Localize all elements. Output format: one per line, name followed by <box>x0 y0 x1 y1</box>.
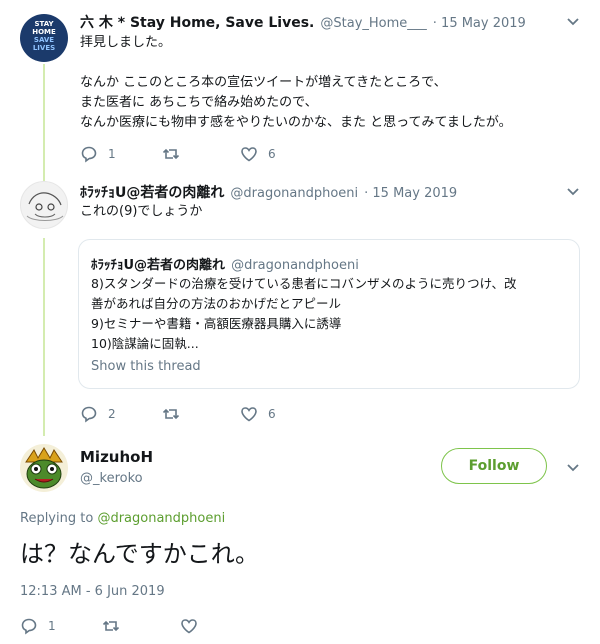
heart-icon <box>181 619 197 634</box>
replying-to-label: Replying to <box>20 511 98 526</box>
tweet-header: 六 木 * Stay Home, Save Lives. @Stay_Home_… <box>80 12 526 32</box>
tweet-text: は？なんですかこれ。 <box>20 540 260 568</box>
quote-header: ﾎﾗｯﾁｮU@若者の肉離れ @dragonandphoeni <box>91 254 359 273</box>
retweet-icon <box>102 620 120 632</box>
author-name[interactable]: 六 木 * Stay Home, Save Lives. <box>80 12 314 32</box>
avatar[interactable] <box>20 181 68 229</box>
avatar-text: STAY <box>34 20 54 28</box>
tweet-date[interactable]: · 15 May 2019 <box>364 186 457 201</box>
tweet-date[interactable]: · 15 May 2019 <box>433 16 526 31</box>
retweet-button[interactable] <box>162 145 180 163</box>
reply-count: 1 <box>48 619 56 633</box>
tweet-header: ﾎﾗｯﾁｮU@若者の肉離れ @dragonandphoeni · 15 May … <box>80 182 457 202</box>
thread-connector <box>43 64 45 182</box>
avatar[interactable] <box>20 444 68 492</box>
avatar-text: LIVES <box>32 44 56 52</box>
show-thread-link[interactable]: Show this thread <box>91 359 201 374</box>
retweet-icon <box>162 408 180 420</box>
like-count: 6 <box>268 147 276 161</box>
thread-connector <box>43 238 45 436</box>
reply-button[interactable]: 1 <box>20 617 56 635</box>
avatar[interactable]: STAY HOME SAVE LIVES <box>20 14 68 62</box>
reply-count: 2 <box>108 407 116 421</box>
author-handle[interactable]: @_keroko <box>80 471 143 486</box>
author-name[interactable]: ﾎﾗｯﾁｮU@若者の肉離れ <box>80 182 224 202</box>
author-handle[interactable]: @dragonandphoeni <box>230 186 358 201</box>
reply-button[interactable]: 1 <box>80 145 116 163</box>
tweet-timestamp[interactable]: 12:13 AM - 6 Jun 2019 <box>20 584 165 599</box>
like-count: 6 <box>268 407 276 421</box>
quote-author-handle: @dragonandphoeni <box>231 258 359 273</box>
chevron-down-icon[interactable] <box>566 184 580 198</box>
retweet-button[interactable] <box>162 405 180 423</box>
tweet-text: 拝見しました。 なんか ここのところ本の宣伝ツイートが増えてきたところで、 また… <box>80 35 512 130</box>
heart-icon <box>241 407 257 422</box>
tweet-text: これの(9)でしょうか <box>80 204 203 219</box>
reply-icon <box>81 406 97 423</box>
avatar-frog-drawing <box>25 447 63 489</box>
chevron-down-icon[interactable] <box>566 14 580 28</box>
like-button[interactable] <box>180 617 198 635</box>
avatar-text: HOME <box>32 28 56 36</box>
quote-text: 8)スタンダードの治療を受けている患者にコバンザメのように売りつけ、改 善があれ… <box>91 276 517 351</box>
avatar-text: SAVE <box>33 36 55 44</box>
reply-button[interactable]: 2 <box>80 405 116 423</box>
like-button[interactable]: 6 <box>240 405 276 423</box>
heart-icon <box>241 147 257 162</box>
retweet-button[interactable] <box>102 617 120 635</box>
reply-count: 1 <box>108 147 116 161</box>
quote-author-name: ﾎﾗｯﾁｮU@若者の肉離れ <box>91 258 226 273</box>
reply-icon <box>81 146 97 163</box>
author-name[interactable]: MizuhoH <box>80 448 153 466</box>
author-handle[interactable]: @Stay_Home___ <box>320 16 426 31</box>
follow-button[interactable]: Follow <box>441 448 547 484</box>
retweet-icon <box>162 148 180 160</box>
reply-icon <box>21 618 37 635</box>
quoted-tweet[interactable]: ﾎﾗｯﾁｮU@若者の肉離れ @dragonandphoeni 8)スタンダードの… <box>78 239 580 389</box>
avatar-drawing <box>26 192 64 221</box>
replying-to-handle[interactable]: @dragonandphoeni <box>97 511 225 526</box>
replying-to: Replying to @dragonandphoeni <box>20 511 225 526</box>
chevron-down-icon[interactable] <box>566 460 580 474</box>
like-button[interactable]: 6 <box>240 145 276 163</box>
